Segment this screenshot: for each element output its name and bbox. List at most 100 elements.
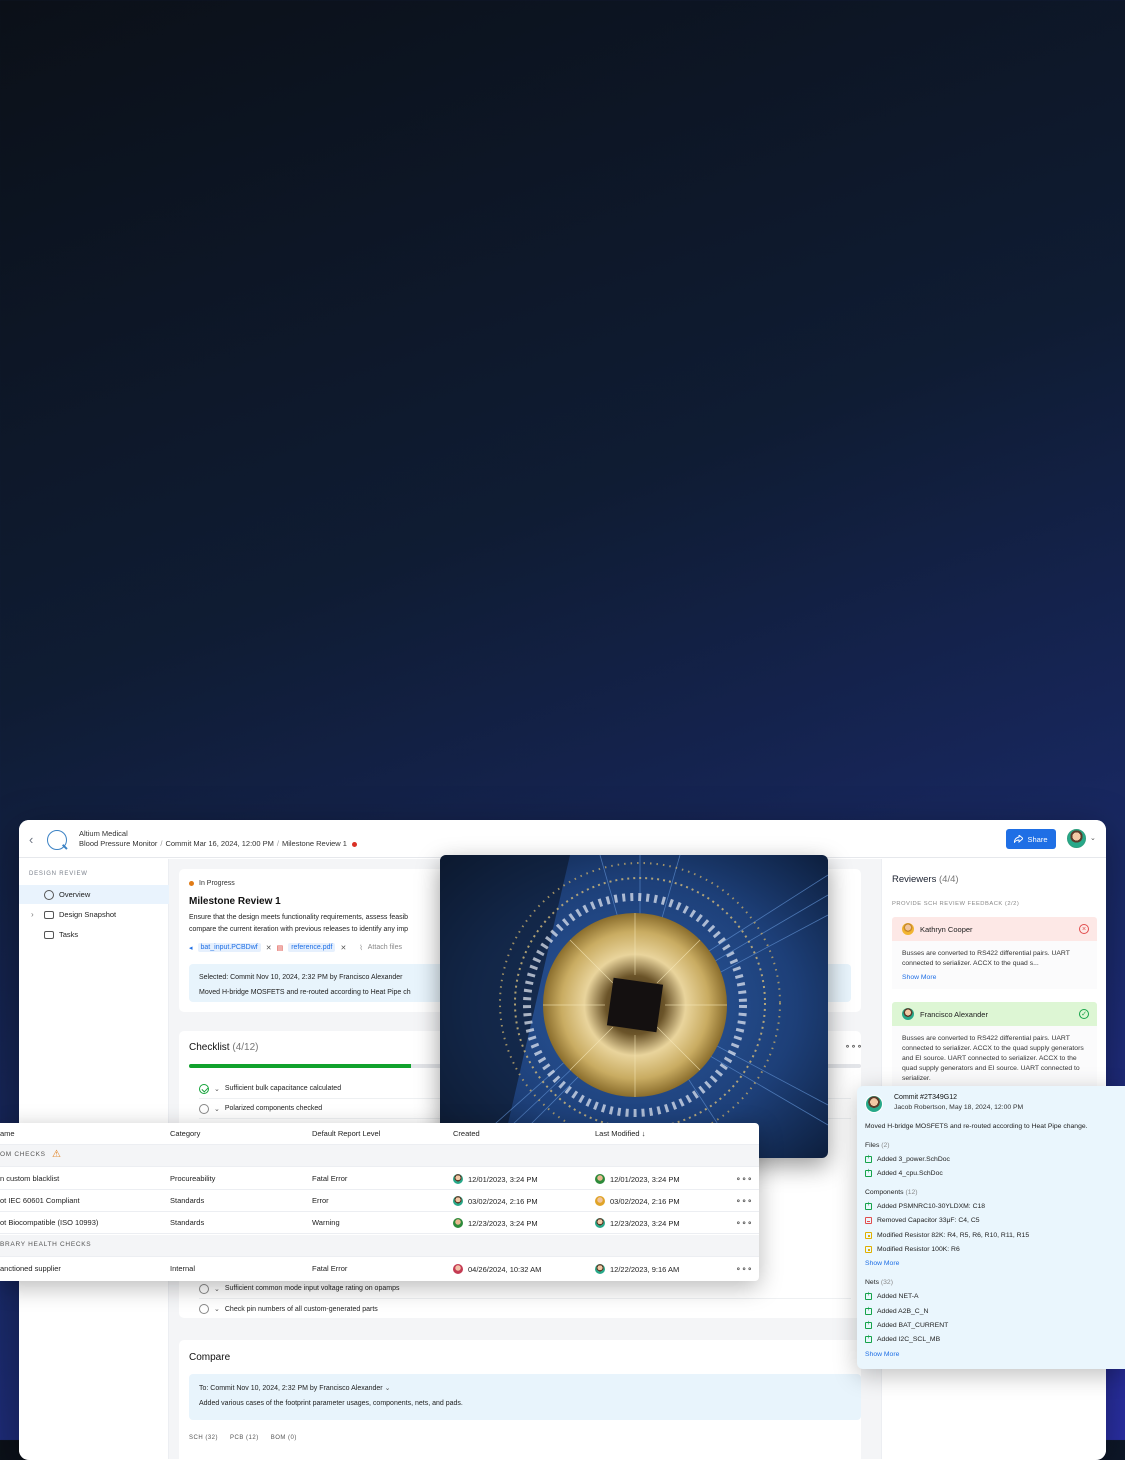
nets-heading: Nets (32)	[865, 1279, 893, 1286]
change-item[interactable]: Added 3_power.SchDoc	[865, 1154, 950, 1163]
sidebar-item-overview[interactable]: Overview	[19, 885, 169, 904]
added-icon	[865, 1306, 872, 1315]
file-chip[interactable]: bat_input.PCBDwf	[197, 943, 261, 952]
change-item[interactable]: Added NET-A	[865, 1291, 919, 1300]
breadcrumb-project[interactable]: Blood Pressure Monitor	[79, 839, 157, 848]
pcb-chip-photo	[440, 855, 828, 1158]
added-icon	[865, 1201, 872, 1210]
table-row[interactable]: anctioned supplier Internal Fatal Error …	[0, 1258, 759, 1280]
modified-icon	[865, 1246, 872, 1253]
compare-target: To: Commit Nov 10, 2024, 2:32 PM by Fran…	[199, 1385, 391, 1392]
added-icon	[865, 1168, 872, 1177]
group-header[interactable]: OM CHECKS ⚠	[0, 1145, 759, 1167]
folder-icon	[44, 910, 54, 919]
show-more-link[interactable]: Show More	[865, 1351, 899, 1358]
sort-arrow-icon: ↓	[641, 1129, 646, 1138]
reviewer-name: Kathryn Cooper	[920, 924, 973, 934]
reviewer-header[interactable]: Francisco Alexander ✓	[892, 1002, 1097, 1026]
chevron-right-icon[interactable]: ›	[31, 910, 34, 919]
circle-icon[interactable]	[199, 1103, 209, 1114]
chevron-down-icon[interactable]: ⌄	[214, 1105, 220, 1113]
paperclip-icon: ⌇	[359, 944, 363, 952]
sidebar-item-design-snapshot[interactable]: › Design Snapshot	[19, 905, 169, 924]
commit-message: Moved H-bridge MOSFETS and re-routed acc…	[865, 1123, 1088, 1130]
col-modified[interactable]: Last Modified ↓	[595, 1129, 645, 1138]
search-logo-icon	[47, 830, 67, 850]
breadcrumb-commit[interactable]: Commit Mar 16, 2024, 12:00 PM	[165, 839, 273, 848]
removed-icon	[865, 1217, 872, 1224]
change-item[interactable]: Added I2C_SCL_MB	[865, 1334, 940, 1343]
row-menu-icon[interactable]: ∘∘∘	[736, 1196, 753, 1205]
change-item[interactable]: Modified Resistor 82K: R4, R5, R6, R10, …	[865, 1232, 1029, 1239]
commit-popup: Commit #2T349G12 Jacob Robertson, May 18…	[857, 1086, 1125, 1369]
check-circle-icon[interactable]	[199, 1083, 209, 1094]
row-menu-icon[interactable]: ∘∘∘	[736, 1218, 753, 1227]
col-name[interactable]: ame	[0, 1129, 15, 1138]
warning-icon: ⚠	[52, 1149, 62, 1160]
remove-icon[interactable]: ✕	[266, 944, 272, 952]
chevron-down-icon[interactable]: ⌄	[214, 1085, 220, 1093]
col-category[interactable]: Category	[170, 1129, 200, 1138]
added-icon	[865, 1320, 872, 1329]
user-avatar[interactable]	[1067, 829, 1086, 848]
sidebar-heading: DESIGN REVIEW	[29, 871, 88, 877]
pdf-file-icon: ▤	[276, 944, 284, 952]
tab-sch[interactable]: SCH (32)	[189, 1435, 218, 1441]
remove-icon[interactable]: ✕	[340, 944, 346, 952]
col-created[interactable]: Created	[453, 1129, 480, 1138]
compare-title: Compare	[189, 1352, 231, 1363]
sidebar-item-tasks[interactable]: Tasks	[19, 925, 169, 944]
commit-author: Jacob Robertson, May 18, 2024, 12:00 PM	[894, 1104, 1024, 1111]
more-icon[interactable]: ∘∘∘	[845, 1042, 863, 1051]
avatar	[453, 1174, 463, 1184]
col-level[interactable]: Default Report Level	[312, 1129, 380, 1138]
table-row[interactable]: ot IEC 60601 Compliant Standards Error 0…	[0, 1190, 759, 1212]
row-menu-icon[interactable]: ∘∘∘	[736, 1174, 753, 1183]
tab-bom[interactable]: BOM (0)	[271, 1435, 297, 1441]
group-header[interactable]: BRARY HEALTH CHECKS	[0, 1235, 759, 1257]
attach-files-link[interactable]: Attach files	[368, 944, 402, 951]
pcb-file-icon: ◂	[189, 944, 193, 952]
avatar	[595, 1218, 605, 1228]
reviewers-title: Reviewers (4/4)	[892, 874, 959, 885]
attachments: ◂ bat_input.PCBDwf ✕ ▤ reference.pdf ✕ ⌇…	[189, 943, 402, 952]
avatar	[595, 1264, 605, 1274]
checklist-title: Checklist (4/12)	[189, 1042, 259, 1053]
checklist-item[interactable]: ⌄ Check pin numbers of all custom-generat…	[199, 1299, 851, 1319]
show-more-link[interactable]: Show More	[902, 973, 1087, 983]
checklist-item[interactable]: ⌄ Sufficient common mode input voltage ra…	[199, 1279, 851, 1299]
circle-icon[interactable]	[199, 1283, 209, 1294]
change-item[interactable]: Added 4_cpu.SchDoc	[865, 1168, 943, 1177]
breadcrumb-milestone[interactable]: Milestone Review 1	[282, 839, 347, 848]
row-menu-icon[interactable]: ∘∘∘	[736, 1264, 753, 1273]
change-item[interactable]: Added BAT_CURRENT	[865, 1320, 948, 1329]
change-item[interactable]: Added A2B_C_N	[865, 1306, 928, 1315]
change-item[interactable]: Added PSMNRC10-30YLDXM: C18	[865, 1201, 985, 1210]
table-row[interactable]: n custom blacklist Procureability Fatal …	[0, 1168, 759, 1190]
avatar	[453, 1264, 463, 1274]
change-item[interactable]: Removed Capacitor 33μF: C4, C5	[865, 1217, 980, 1224]
chevron-down-icon[interactable]: ⌄	[214, 1305, 220, 1313]
show-more-link[interactable]: Show More	[865, 1260, 899, 1267]
reviewer-comment: Busses are converted to RS422 differenti…	[892, 941, 1097, 989]
org-name: Altium Medical	[79, 829, 128, 838]
change-item[interactable]: Modified Resistor 100K: R6	[865, 1246, 960, 1253]
file-chip[interactable]: reference.pdf	[288, 943, 336, 952]
compare-target-box[interactable]: To: Commit Nov 10, 2024, 2:32 PM by Fran…	[189, 1374, 861, 1420]
tab-pcb[interactable]: PCB (12)	[230, 1435, 259, 1441]
checklist-bottom: ⌄ Sufficient common mode input voltage ra…	[199, 1279, 851, 1319]
chevron-down-icon[interactable]: ⌄	[1090, 834, 1096, 842]
share-button[interactable]: Share	[1006, 829, 1056, 849]
avatar	[595, 1196, 605, 1206]
circle-icon[interactable]	[199, 1304, 209, 1314]
components-heading: Components (12)	[865, 1189, 918, 1196]
chevron-down-icon[interactable]: ⌄	[214, 1285, 220, 1293]
sidebar-item-label: Design Snapshot	[59, 910, 117, 919]
share-icon	[1014, 835, 1024, 843]
selected-commit: Selected: Commit Nov 10, 2024, 2:32 PM b…	[199, 974, 403, 981]
table-row[interactable]: ot Biocompatible (ISO 10993) Standards W…	[0, 1212, 759, 1234]
back-arrow-icon[interactable]: ‹	[29, 832, 41, 847]
compare-tabs: SCH (32) PCB (12) BOM (0)	[189, 1435, 297, 1441]
status-indicator: In Progress	[189, 880, 235, 887]
reviewer-header[interactable]: Kathryn Cooper ×	[892, 917, 1097, 941]
